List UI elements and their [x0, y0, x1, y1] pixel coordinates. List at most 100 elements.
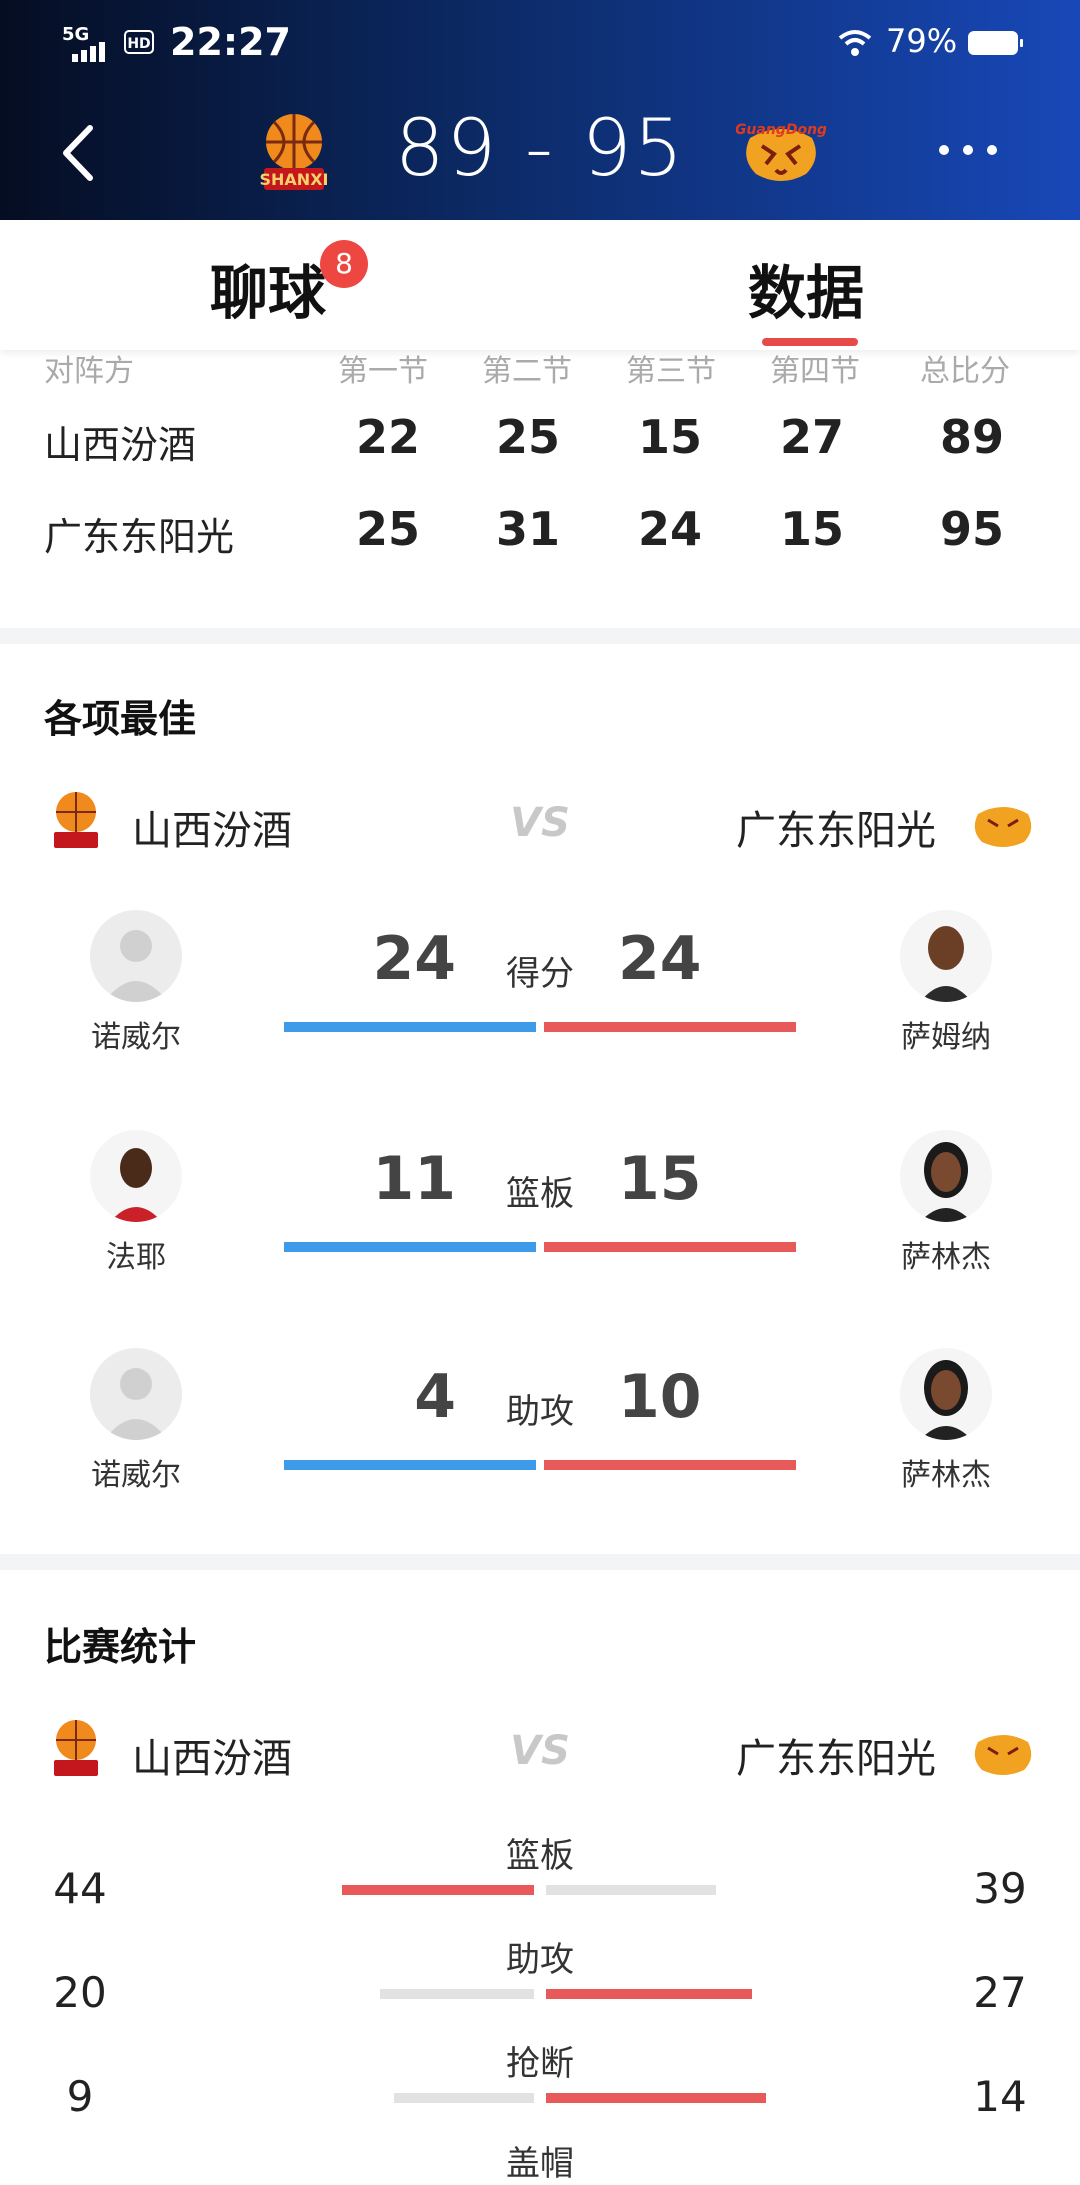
- away-logo-text: GuangDong: [736, 122, 826, 138]
- chat-badge: 8: [320, 240, 368, 288]
- col-header-team: 对阵方: [44, 354, 134, 389]
- player-name: 萨林杰: [901, 1458, 991, 1493]
- away-q3: 24: [637, 502, 702, 556]
- away-q2: 31: [495, 502, 560, 556]
- leader-home-player[interactable]: 诺威尔: [66, 1348, 206, 1494]
- leader-away-player[interactable]: 萨姆纳: [876, 910, 1016, 1056]
- stat-away-value: 27: [973, 1968, 1027, 2017]
- leader-home-player[interactable]: 诺威尔: [66, 910, 206, 1056]
- stat-away-value: 39: [973, 1864, 1027, 1913]
- stats-away-team: 广东东阳光: [736, 1736, 936, 1782]
- stat-label: 抢断: [506, 2044, 574, 2084]
- stat-home-bar: [342, 1885, 534, 1895]
- guangdong-logo-icon[interactable]: GuangDong: [736, 118, 826, 184]
- away-q1: 25: [355, 502, 420, 556]
- player-photo-icon: [90, 1130, 182, 1222]
- home-logo-text: SHANXI: [260, 170, 329, 189]
- leader-label: 得分: [506, 954, 574, 994]
- back-chevron-icon[interactable]: [52, 118, 112, 188]
- leader-away-player[interactable]: 萨林杰: [876, 1130, 1016, 1276]
- top-header: 5G HD 22:27 79% SHANXI 89 - 95 GuangDong: [0, 0, 1080, 220]
- section-divider: [0, 628, 1080, 644]
- away-total: 95: [939, 502, 1004, 556]
- stat-away-value: 14: [973, 2072, 1027, 2121]
- leaders-away-team: 广东东阳光: [736, 808, 936, 854]
- stat-label: 助攻: [506, 1940, 574, 1980]
- player-photo-icon: [900, 1348, 992, 1440]
- leader-home-bar: [284, 1242, 536, 1252]
- leader-away-value: 24: [618, 924, 702, 994]
- tab-bar: 聊球 8 数据: [0, 220, 1080, 350]
- signal-icon: [72, 42, 105, 62]
- active-tab-indicator: [762, 338, 858, 346]
- col-header-total: 总比分: [920, 354, 1010, 389]
- game-score: 89 - 95: [394, 104, 686, 194]
- stats-vs: VS: [510, 1728, 570, 1774]
- leader-home-bar: [284, 1460, 536, 1470]
- player-name: 法耶: [106, 1240, 166, 1275]
- leader-away-value: 10: [618, 1362, 702, 1432]
- row-team-away: 广东东阳光: [44, 515, 235, 559]
- player-name: 萨姆纳: [901, 1020, 991, 1055]
- status-bar: 5G HD 22:27 79%: [0, 0, 1080, 88]
- leader-away-value: 15: [618, 1144, 702, 1214]
- shanxi-mini-logo-icon: [54, 1720, 98, 1776]
- battery-icon: [968, 31, 1023, 55]
- match-nav: SHANXI 89 - 95 GuangDong: [0, 88, 1080, 220]
- more-dots-icon[interactable]: [936, 138, 1000, 162]
- stats-home-team: 山西汾酒: [132, 1736, 292, 1782]
- section-divider: [0, 1554, 1080, 1570]
- leader-away-bar: [544, 1242, 796, 1252]
- leader-home-bar: [284, 1022, 536, 1032]
- shanxi-mini-logo-icon: [54, 792, 98, 848]
- guangdong-mini-logo-icon: [974, 807, 1032, 847]
- home-q2: 25: [495, 410, 560, 464]
- hd-icon: HD: [124, 30, 154, 54]
- leader-home-player[interactable]: 法耶: [66, 1130, 206, 1276]
- guangdong-mini-logo-icon: [974, 1735, 1032, 1775]
- player-photo-icon: [900, 910, 992, 1002]
- home-q4: 27: [779, 410, 844, 464]
- col-header-q4: 第四节: [770, 354, 860, 389]
- stat-away-bar: [546, 2093, 766, 2103]
- leaders-title: 各项最佳: [44, 697, 197, 741]
- col-header-q3: 第三节: [626, 354, 716, 389]
- battery-level: 79%: [886, 22, 958, 60]
- col-header-q2: 第二节: [482, 354, 572, 389]
- stat-home-value: 20: [53, 1968, 107, 2017]
- stat-home-bar: [394, 2093, 534, 2103]
- tab-data[interactable]: 数据: [748, 246, 864, 330]
- player-name: 诺威尔: [91, 1020, 181, 1055]
- stat-label: 篮板: [506, 1836, 574, 1876]
- avatar-placeholder-icon: [90, 910, 182, 1002]
- leader-away-bar: [544, 1022, 796, 1032]
- player-photo-icon: [900, 1130, 992, 1222]
- leader-label: 篮板: [506, 1174, 574, 1214]
- away-q4: 15: [779, 502, 844, 556]
- leaders-vs: VS: [510, 800, 570, 846]
- player-name: 萨林杰: [901, 1240, 991, 1275]
- row-team-home: 山西汾酒: [44, 423, 197, 467]
- shanxi-logo-icon[interactable]: SHANXI: [258, 110, 330, 196]
- match-stats-title: 比赛统计: [44, 1625, 197, 1669]
- col-header-q1: 第一节: [338, 354, 428, 389]
- leader-home-value: 11: [372, 1144, 457, 1214]
- player-name: 诺威尔: [91, 1458, 181, 1493]
- stat-label: 盖帽: [506, 2144, 574, 2184]
- leader-home-value: 4: [414, 1362, 456, 1432]
- wifi-icon: [838, 30, 872, 56]
- leader-home-value: 24: [372, 924, 457, 994]
- home-q3: 15: [637, 410, 702, 464]
- stat-away-bar: [546, 1989, 752, 1999]
- stat-home-value: 9: [66, 2072, 94, 2121]
- tab-chat[interactable]: 聊球: [210, 246, 326, 330]
- stat-away-bar: [546, 1885, 716, 1895]
- leader-away-player[interactable]: 萨林杰: [876, 1348, 1016, 1494]
- clock: 22:27: [170, 20, 291, 64]
- leaders-home-team: 山西汾酒: [132, 808, 292, 854]
- stat-home-bar: [380, 1989, 534, 1999]
- leader-away-bar: [544, 1460, 796, 1470]
- home-q1: 22: [355, 410, 420, 464]
- home-total: 89: [939, 410, 1004, 464]
- leader-label: 助攻: [506, 1392, 574, 1432]
